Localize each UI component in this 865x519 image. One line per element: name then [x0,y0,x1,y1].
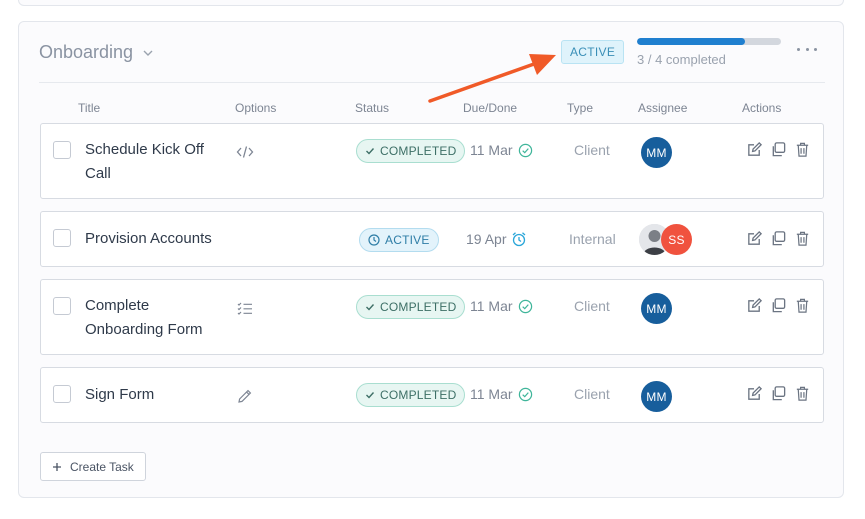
alarm-clock-icon [513,232,526,247]
clock-icon [368,234,380,246]
due-date: 19 Apr [466,231,527,247]
column-header-options: Options [235,101,277,115]
task-title[interactable]: Provision Accounts [85,227,212,251]
group-title: Onboarding [39,42,134,62]
column-header-type: Type [567,101,594,115]
due-date: 11 Mar [470,298,533,314]
progress-bar-fill [637,38,745,45]
task-title-line: Onboarding Form [85,321,203,338]
edit-icon[interactable] [746,297,763,314]
trash-icon[interactable] [794,385,811,402]
status-label: COMPLETED [380,388,457,402]
due-date-text: 11 Mar [470,142,513,158]
status-badge: COMPLETED [356,139,466,163]
status-badge: COMPLETED [356,295,466,319]
task-row[interactable]: Schedule Kick Off Call COMPLETED 11 Mar … [40,123,824,199]
edit-icon[interactable] [746,385,763,402]
avatar[interactable]: MM [641,137,672,168]
create-task-label: Create Task [70,459,134,474]
row-actions [746,385,811,402]
task-type: Client [574,298,610,314]
task-title[interactable]: Sign Form [85,383,154,407]
due-date: 11 Mar [470,142,533,158]
check-icon [366,148,375,155]
task-row[interactable]: Complete Onboarding Form COMPLETED 11 Ma… [40,279,824,355]
header-divider [39,82,825,83]
check-circle-icon [518,387,532,401]
task-title-line: Sign Form [85,386,155,403]
task-title-line: Schedule Kick Off [85,141,204,158]
code-icon[interactable] [236,144,254,160]
task-row[interactable]: Provision Accounts ACTIVE 19 Apr Interna… [40,211,824,267]
check-icon [366,304,375,311]
avatar[interactable]: MM [641,381,672,412]
task-type: Client [574,386,610,402]
copy-icon[interactable] [770,141,787,158]
due-date-text: 11 Mar [470,298,513,314]
row-actions [746,230,811,247]
status-label: COMPLETED [380,300,457,314]
chevron-down-icon [143,50,153,56]
edit-icon[interactable] [746,141,763,158]
row-actions [746,141,811,158]
pencil-icon[interactable] [236,388,254,404]
row-actions [746,297,811,314]
task-checkbox[interactable] [53,229,71,247]
progress-bar [637,38,781,45]
avatar[interactable]: MM [641,293,672,324]
due-date-text: 11 Mar [470,386,513,402]
trash-icon[interactable] [794,141,811,158]
check-circle-icon [518,299,532,313]
task-row[interactable]: Sign Form COMPLETED 11 Mar Client MM [40,367,824,423]
status-badge: ACTIVE [359,228,439,252]
plus-icon [53,462,61,471]
task-title[interactable]: Complete Onboarding Form [85,294,203,342]
column-header-due: Due/Done [463,101,518,115]
avatar[interactable]: SS [661,224,692,255]
check-icon [366,392,375,399]
trash-icon[interactable] [794,297,811,314]
checklist-icon[interactable] [236,300,254,316]
task-checkbox[interactable] [53,297,71,315]
group-title-dropdown[interactable]: Onboarding [39,42,155,63]
group-status-badge: ACTIVE [561,40,625,64]
task-checkbox[interactable] [53,385,71,403]
task-checkbox[interactable] [53,141,71,159]
task-title-line: Complete [85,297,150,314]
task-title[interactable]: Schedule Kick Off Call [85,138,204,186]
copy-icon[interactable] [770,230,787,247]
column-header-title: Title [78,101,101,115]
task-title-line: Provision Accounts [85,230,212,247]
due-date-text: 19 Apr [466,231,507,247]
due-date: 11 Mar [470,386,533,402]
column-header-actions: Actions [742,101,782,115]
status-badge: COMPLETED [356,383,466,407]
status-label: COMPLETED [380,144,457,158]
copy-icon[interactable] [770,385,787,402]
more-dot [814,47,817,51]
trash-icon[interactable] [794,230,811,247]
create-task-button[interactable]: Create Task [40,452,146,481]
copy-icon[interactable] [770,297,787,314]
group-progress: 3 / 4 completed [637,38,783,67]
task-type: Client [574,142,610,158]
column-header-assignee: Assignee [638,101,688,115]
previous-card-edge [18,0,844,6]
more-dot [797,47,800,51]
progress-label: 3 / 4 completed [637,52,726,67]
task-group-header: Onboarding ACTIVE 3 / 4 completed [19,22,843,84]
column-header-status: Status [355,101,390,115]
edit-icon[interactable] [746,230,763,247]
task-title-line: Call [85,165,111,182]
more-dot [805,47,809,51]
check-circle-icon [518,143,532,157]
more-options-button[interactable] [797,42,817,56]
task-group-card: Onboarding ACTIVE 3 / 4 completed Title … [18,21,844,498]
status-label: ACTIVE [385,233,430,247]
task-type: Internal [569,231,616,247]
